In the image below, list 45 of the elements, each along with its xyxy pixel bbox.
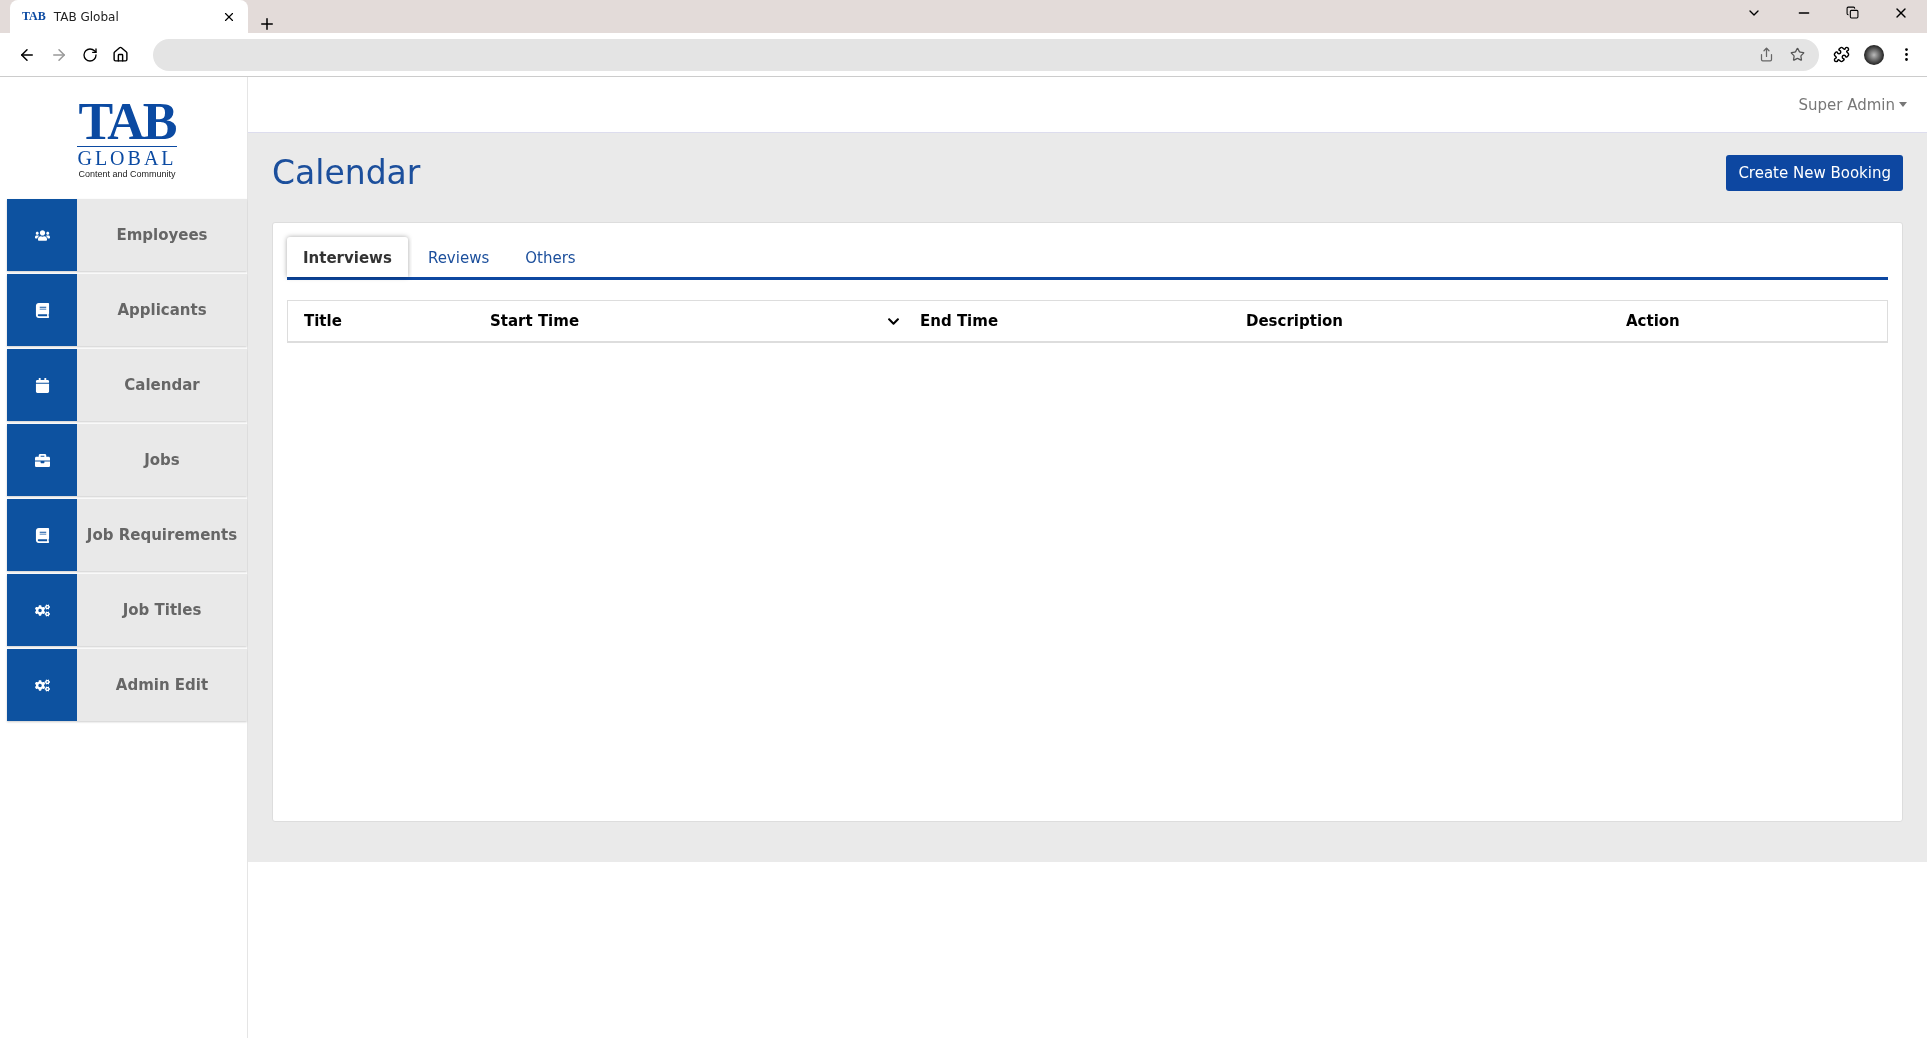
share-icon[interactable] — [1759, 47, 1774, 62]
favicon-text: TAB — [22, 9, 46, 24]
sidebar-label: Job Requirements — [85, 525, 239, 546]
sidebar-item[interactable]: Calendar — [7, 349, 247, 421]
star-icon[interactable] — [1790, 47, 1805, 62]
sidebar-label: Applicants — [116, 300, 208, 321]
sidebar-item[interactable]: Job Titles — [7, 574, 247, 646]
restore-icon[interactable] — [1846, 6, 1859, 19]
sidebar-label: Admin Edit — [114, 675, 210, 696]
reload-icon[interactable] — [82, 46, 98, 63]
sidebar-label: Calendar — [123, 375, 201, 396]
create-booking-button[interactable]: Create New Booking — [1726, 154, 1903, 191]
logo-brand: TAB — [78, 97, 176, 146]
user-menu[interactable]: Super Admin — [1798, 95, 1907, 114]
sidebar-item[interactable]: Job Requirements — [7, 499, 247, 571]
sidebar-item[interactable]: Employees — [7, 199, 247, 271]
sidebar-item[interactable]: Applicants — [7, 274, 247, 346]
book-icon — [34, 527, 50, 543]
column-header[interactable]: Start Time — [474, 312, 904, 330]
briefcase-icon — [34, 452, 50, 468]
tab[interactable]: Interviews — [287, 237, 408, 277]
column-header[interactable]: End Time — [904, 312, 1230, 330]
sidebar-label: Job Titles — [121, 600, 203, 621]
gears-icon — [34, 602, 50, 618]
column-header[interactable]: Title — [288, 312, 474, 330]
column-header[interactable]: Action — [1610, 312, 1887, 330]
extensions-icon[interactable] — [1833, 46, 1850, 63]
home-icon[interactable] — [112, 46, 129, 63]
calendar-icon — [34, 377, 50, 393]
logo-name: GLOBAL — [77, 145, 177, 169]
sidebar-label: Jobs — [142, 450, 181, 471]
users-icon — [34, 227, 50, 243]
page-title: Calendar — [272, 153, 421, 192]
new-tab-icon[interactable] — [258, 15, 276, 33]
book-icon — [34, 302, 50, 318]
logo-tagline: Content and Community — [78, 168, 176, 179]
gears-icon — [34, 677, 50, 693]
tab-title: TAB Global — [53, 9, 120, 24]
caret-icon — [1899, 102, 1907, 107]
sidebar-item[interactable]: Jobs — [7, 424, 247, 496]
profile-avatar[interactable] — [1864, 44, 1884, 65]
browser-tab[interactable]: TAB TAB Global — [10, 0, 248, 33]
sidebar-item[interactable]: Admin Edit — [7, 649, 247, 721]
sidebar-label: Employees — [115, 225, 209, 246]
column-header[interactable]: Description — [1230, 312, 1610, 330]
